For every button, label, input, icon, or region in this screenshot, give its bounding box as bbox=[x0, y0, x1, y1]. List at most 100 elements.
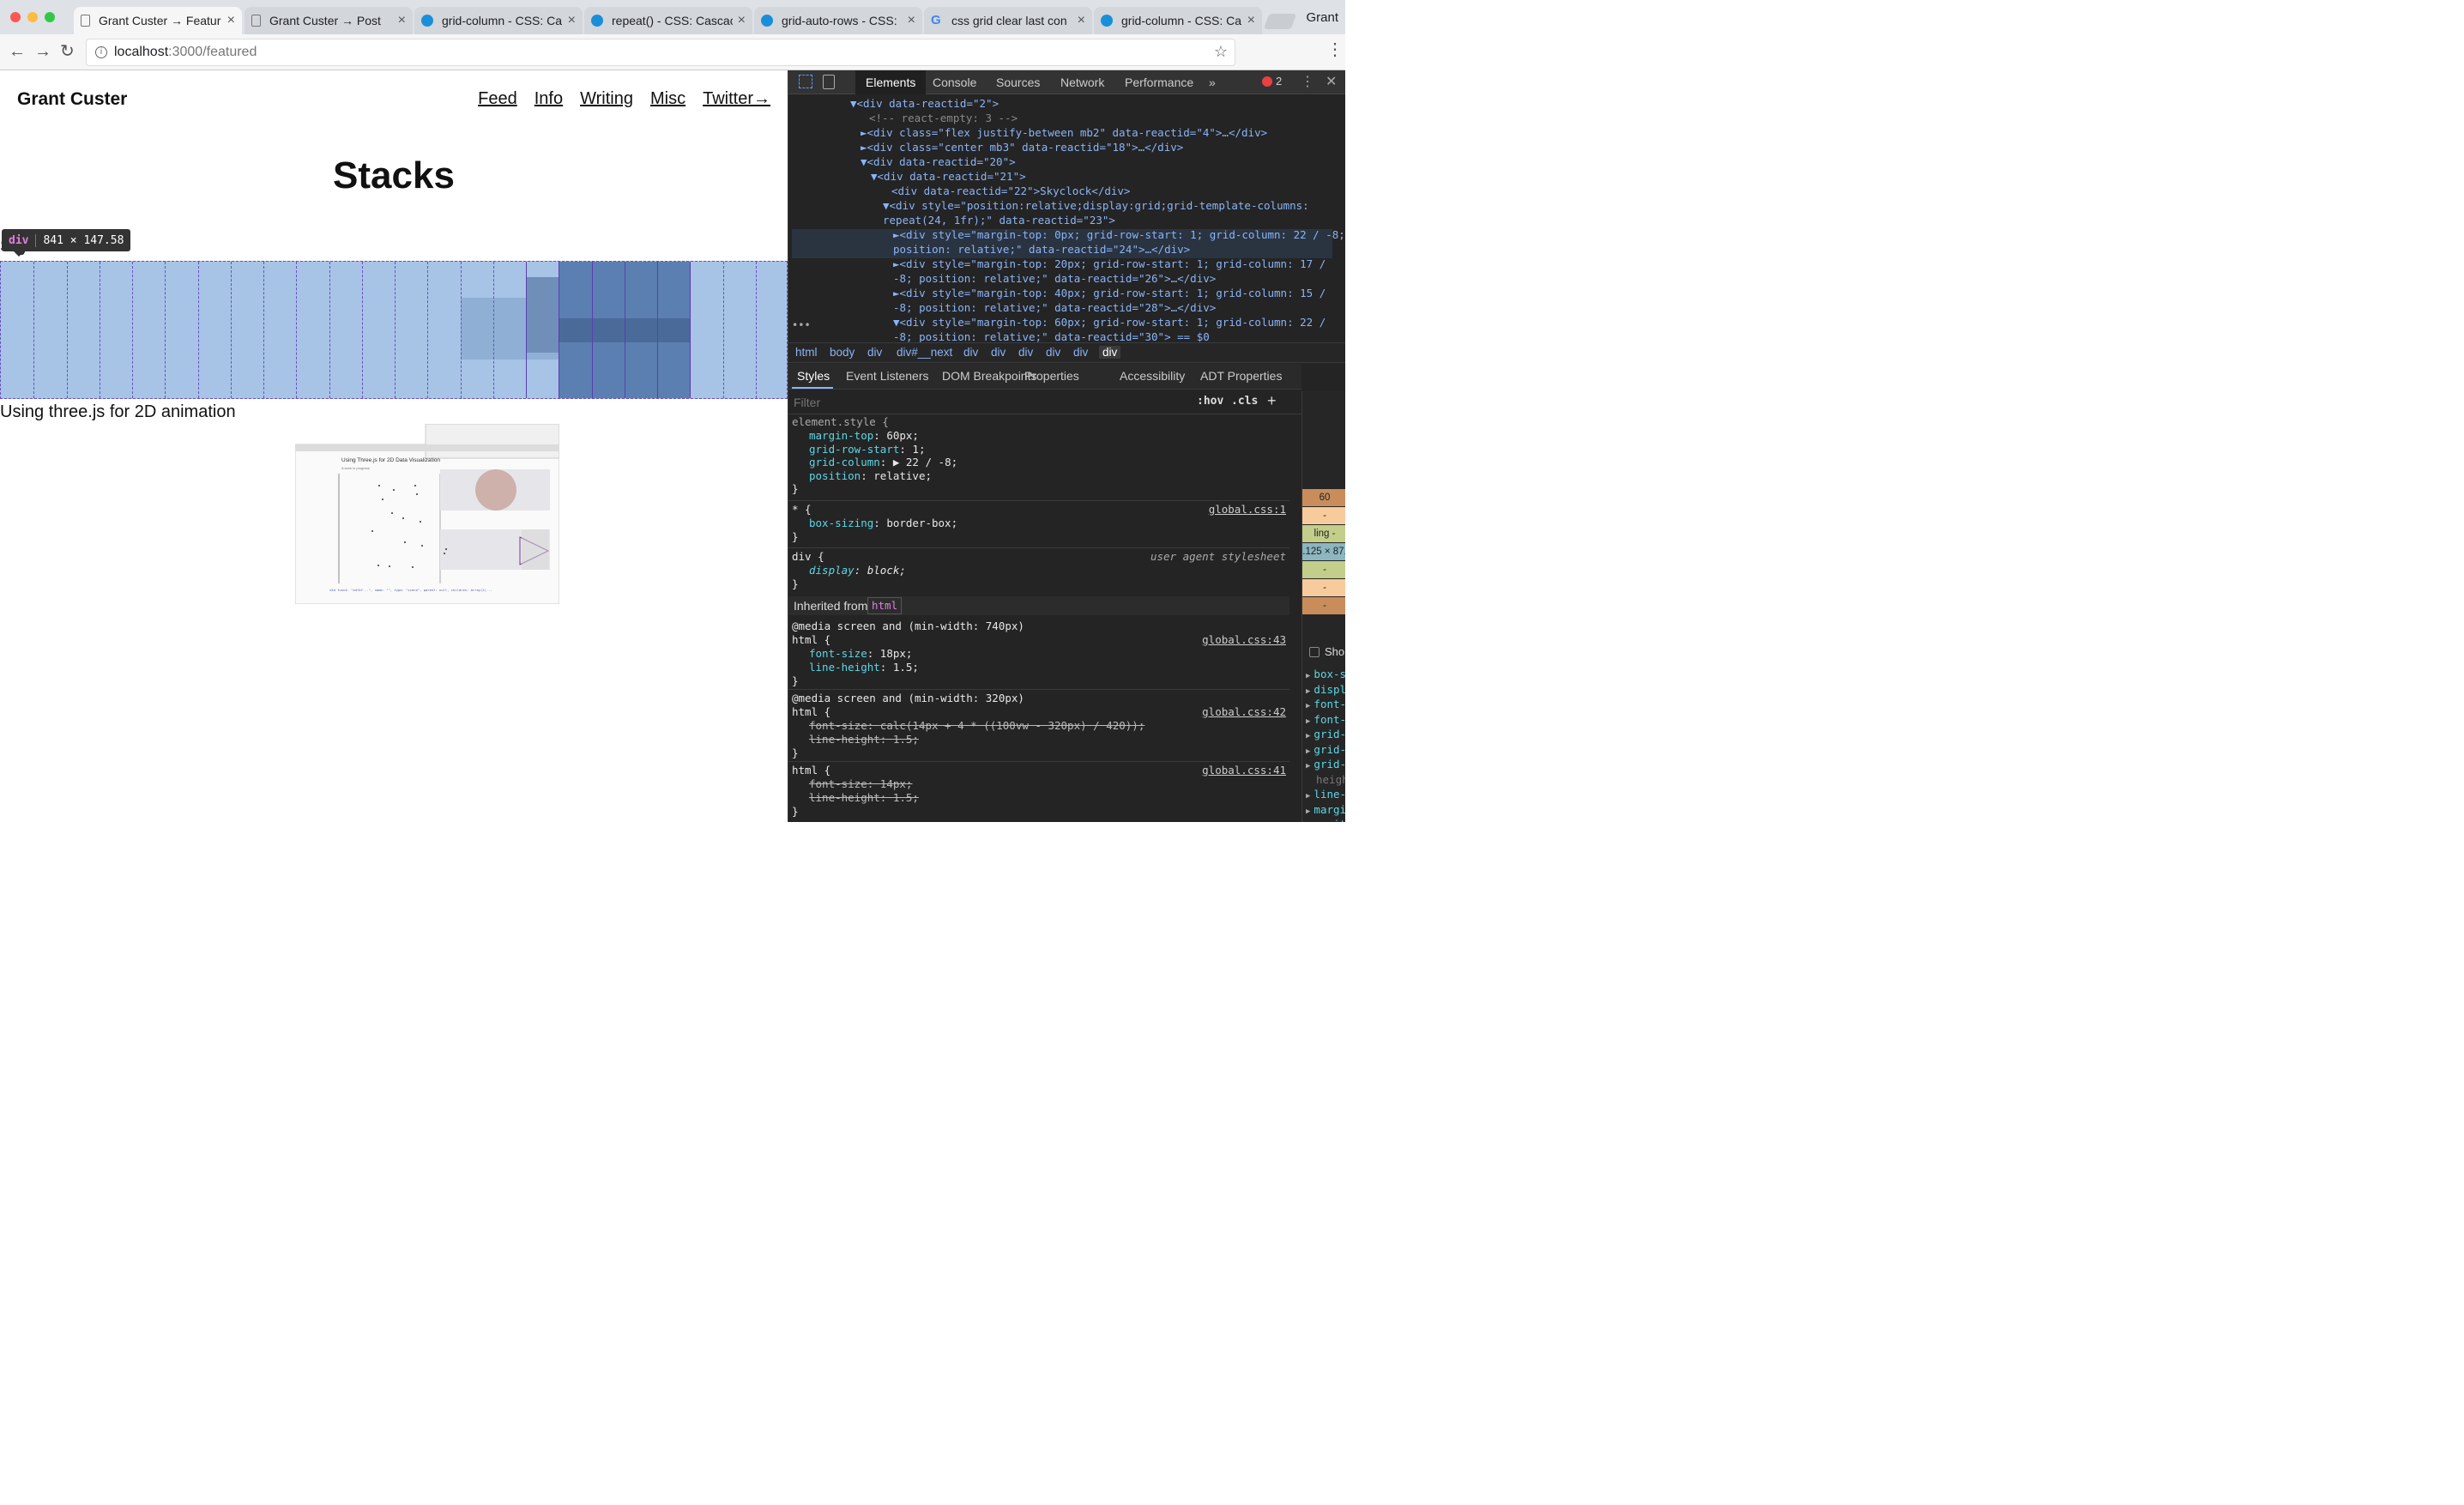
forward-icon[interactable]: → bbox=[34, 43, 51, 60]
computed-property[interactable]: ▶ grid- bbox=[1306, 743, 1345, 756]
zoom-window-button[interactable] bbox=[45, 12, 55, 22]
devtools-tab-network[interactable]: Network bbox=[1050, 70, 1114, 94]
dom-node-line[interactable]: repeat(24, 1fr);" data-reactid="23"> bbox=[883, 213, 1115, 227]
dom-node-line[interactable]: ►<div style="margin-top: 20px; grid-row-… bbox=[893, 257, 1326, 271]
back-icon[interactable]: ← bbox=[9, 43, 26, 60]
rule-source-link[interactable]: global.css:42 bbox=[1202, 705, 1286, 719]
nav-link-writing[interactable]: Writing bbox=[580, 89, 633, 109]
breadcrumb-body[interactable]: body bbox=[830, 346, 855, 359]
address-bar[interactable]: i localhost:3000/featured ☆ bbox=[86, 39, 1235, 66]
rule-source-link[interactable]: global.css:41 bbox=[1202, 764, 1286, 777]
devtools-tab-performance[interactable]: Performance bbox=[1114, 70, 1204, 94]
styles-tab-event-listeners[interactable]: Event Listeners bbox=[846, 369, 929, 383]
error-count[interactable]: 2 bbox=[1276, 75, 1282, 88]
style-declaration[interactable]: margin-top: 60px; bbox=[809, 429, 919, 443]
devtools-tab-sources[interactable]: Sources bbox=[986, 70, 1050, 94]
dom-node-line[interactable]: ▼<div data-reactid="21"> bbox=[871, 169, 1026, 184]
devtools-close-icon[interactable]: ✕ bbox=[1326, 73, 1337, 90]
style-declaration[interactable]: line-height: 1.5; bbox=[809, 661, 919, 674]
cls-toggle[interactable]: .cls bbox=[1231, 395, 1258, 408]
dom-node-line[interactable]: <!-- react-empty: 3 --> bbox=[869, 111, 1018, 125]
dom-node-line[interactable]: ►<div class="center mb3" data-reactid="1… bbox=[861, 140, 1183, 154]
devtools-tab-elements[interactable]: Elements bbox=[855, 70, 927, 94]
minimize-window-button[interactable] bbox=[27, 12, 38, 22]
profile-name[interactable]: Grant bbox=[1306, 10, 1338, 25]
close-window-button[interactable] bbox=[10, 12, 21, 22]
breadcrumb-div__next[interactable]: div#__next bbox=[897, 346, 952, 359]
dom-node-line[interactable]: -8; position: relative;" data-reactid="2… bbox=[893, 300, 1216, 315]
styles-tab-accessibility[interactable]: Accessibility bbox=[1120, 369, 1185, 383]
dom-ellipsis-icon[interactable]: ••• bbox=[792, 318, 811, 333]
computed-property[interactable]: ▶ line- bbox=[1306, 788, 1345, 801]
tab-close-icon[interactable]: × bbox=[908, 13, 915, 28]
breadcrumb-div[interactable]: div bbox=[1018, 346, 1033, 359]
nav-link-info[interactable]: Info bbox=[534, 89, 563, 109]
nav-link-feed[interactable]: Feed bbox=[478, 89, 517, 109]
dom-node-line[interactable]: ▼<div style="margin-top: 60px; grid-row-… bbox=[893, 315, 1326, 329]
styles-tab-dom-breakpoints[interactable]: DOM Breakpoints bbox=[942, 369, 1036, 383]
breadcrumb-div[interactable]: div bbox=[963, 346, 978, 359]
computed-property[interactable]: ▶ margi bbox=[1306, 803, 1345, 816]
styles-tab-properties[interactable]: Properties bbox=[1024, 369, 1079, 383]
browser-tab[interactable]: Grant Custer → Featur × bbox=[74, 7, 242, 34]
rule-source-link[interactable]: global.css:1 bbox=[1209, 503, 1286, 517]
tab-close-icon[interactable]: × bbox=[1078, 13, 1085, 28]
new-rule-icon[interactable]: + bbox=[1267, 392, 1277, 410]
dom-node-line[interactable]: ►<div style="margin-top: 0px; grid-row-s… bbox=[893, 227, 1345, 242]
inherited-tag[interactable]: html bbox=[867, 597, 903, 614]
browser-tab[interactable]: Grant Custer → Post × bbox=[245, 7, 413, 34]
breadcrumb-div[interactable]: div bbox=[867, 346, 882, 359]
dom-node-line[interactable]: <div data-reactid="22">Skyclock</div> bbox=[891, 184, 1130, 198]
reload-icon[interactable]: ↻ bbox=[60, 43, 75, 60]
style-declaration[interactable]: grid-row-start: 1; bbox=[809, 443, 925, 456]
style-declaration[interactable]: line-height: 1.5; bbox=[809, 733, 919, 746]
computed-property[interactable]: ▶ displ bbox=[1306, 683, 1345, 696]
computed-property[interactable]: ▶ grid- bbox=[1306, 728, 1345, 740]
threejs-screenshot-thumbnail[interactable]: Using Three.js for 2D Data Visualization… bbox=[294, 423, 560, 605]
style-declaration[interactable]: font-size: 18px; bbox=[809, 647, 912, 661]
devtools-menu-icon[interactable]: ⋮ bbox=[1301, 73, 1314, 90]
hov-toggle[interactable]: :hov bbox=[1197, 395, 1223, 408]
tab-close-icon[interactable]: × bbox=[227, 13, 235, 28]
breadcrumb-div[interactable]: div bbox=[991, 346, 1006, 359]
style-declaration[interactable]: line-height: 1.5; bbox=[809, 791, 919, 805]
computed-property[interactable]: ▶ box-s bbox=[1306, 668, 1345, 680]
device-toolbar-icon[interactable] bbox=[823, 75, 835, 89]
show-all-checkbox[interactable] bbox=[1309, 647, 1320, 657]
nav-link-twitter[interactable]: Twitter→ bbox=[703, 89, 770, 109]
browser-menu-icon[interactable]: ⋮ bbox=[1326, 41, 1344, 58]
computed-property[interactable]: ▶ font- bbox=[1306, 713, 1345, 726]
dom-node-line[interactable]: -8; position: relative;" data-reactid="2… bbox=[893, 271, 1216, 286]
tab-close-icon[interactable]: × bbox=[738, 13, 746, 28]
bookmark-star-icon[interactable]: ☆ bbox=[1214, 43, 1228, 61]
new-tab-button[interactable] bbox=[1263, 14, 1297, 29]
dom-node-line[interactable]: ▼<div style="position:relative;display:g… bbox=[883, 198, 1309, 213]
dom-node-line[interactable]: ▼<div data-reactid="20"> bbox=[861, 154, 1016, 169]
error-badge-icon[interactable] bbox=[1262, 76, 1272, 87]
computed-property[interactable]: ▶ grid- bbox=[1306, 758, 1345, 771]
breadcrumb-div[interactable]: div bbox=[1073, 346, 1088, 359]
browser-tab[interactable]: grid-column - CSS: Ca × bbox=[1094, 7, 1262, 34]
style-declaration[interactable]: grid-column: ▶ 22 / -8; bbox=[809, 456, 957, 469]
style-declaration[interactable]: font-size: calc(14px + 4 * ((100vw - 320… bbox=[809, 719, 1144, 733]
nav-link-misc[interactable]: Misc bbox=[650, 89, 685, 109]
computed-property[interactable]: ▶posit bbox=[1306, 818, 1345, 822]
computed-property[interactable]: heigh bbox=[1316, 773, 1345, 786]
breadcrumb-div[interactable]: div bbox=[1099, 346, 1121, 359]
browser-tab[interactable]: Gcss grid clear last con × bbox=[924, 7, 1092, 34]
styles-tab-styles[interactable]: Styles bbox=[797, 369, 830, 383]
rule-source-link[interactable]: global.css:43 bbox=[1202, 633, 1286, 647]
devtools-tab-console[interactable]: Console bbox=[922, 70, 987, 94]
browser-tab[interactable]: grid-column - CSS: Ca × bbox=[414, 7, 583, 34]
tab-close-icon[interactable]: × bbox=[568, 13, 576, 28]
computed-property[interactable]: ▶ font- bbox=[1306, 698, 1345, 710]
dom-node-line[interactable]: ►<div style="margin-top: 40px; grid-row-… bbox=[893, 286, 1326, 300]
devtools-tab-»[interactable]: » bbox=[1199, 70, 1226, 94]
dom-node-line[interactable]: ►<div class="flex justify-between mb2" d… bbox=[861, 125, 1267, 140]
breadcrumb-div[interactable]: div bbox=[1046, 346, 1060, 359]
style-declaration[interactable]: font-size: 14px; bbox=[809, 777, 912, 791]
inspected-grid-highlight[interactable] bbox=[0, 261, 788, 399]
breadcrumb-html[interactable]: html bbox=[795, 346, 818, 359]
tab-close-icon[interactable]: × bbox=[398, 13, 406, 28]
browser-tab[interactable]: repeat() - CSS: Cascac × bbox=[584, 7, 752, 34]
